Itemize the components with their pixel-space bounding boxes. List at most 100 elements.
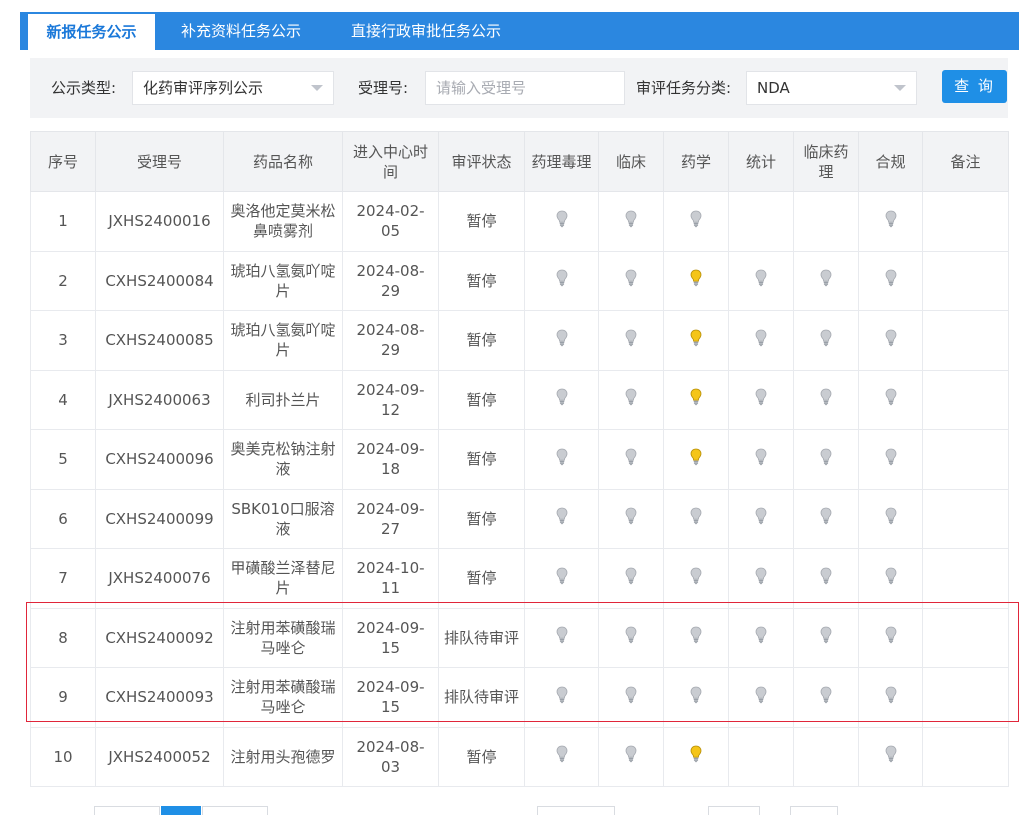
lightbulb-icon[interactable] xyxy=(755,329,767,347)
lightbulb-icon[interactable] xyxy=(885,567,897,585)
lightbulb-icon[interactable] xyxy=(556,388,568,406)
lightbulb-icon[interactable] xyxy=(556,626,568,644)
lightbulb-icon[interactable] xyxy=(755,269,767,287)
lightbulb-icon[interactable] xyxy=(690,329,702,347)
pagination-page[interactable] xyxy=(202,806,268,815)
row-remarks xyxy=(922,310,1009,371)
lightbulb-icon[interactable] xyxy=(690,567,702,585)
lightbulb-icon[interactable] xyxy=(820,329,832,347)
lightbulb-icon[interactable] xyxy=(556,567,568,585)
lightbulb-icon[interactable] xyxy=(556,507,568,525)
header-no: 序号 xyxy=(30,131,96,192)
light-clinical xyxy=(598,726,664,787)
lightbulb-icon[interactable] xyxy=(625,567,637,585)
lightbulb-icon[interactable] xyxy=(820,686,832,704)
lightbulb-icon[interactable] xyxy=(885,448,897,466)
pagination-next[interactable] xyxy=(537,806,615,815)
light-pharmacy xyxy=(663,667,729,728)
row-remarks xyxy=(922,369,1009,430)
lightbulb-icon[interactable] xyxy=(625,626,637,644)
tab-supplement-tasks[interactable]: 补充资料任务公示 xyxy=(165,12,317,50)
lightbulb-icon[interactable] xyxy=(755,448,767,466)
light-pharmacy xyxy=(663,369,729,430)
lightbulb-icon[interactable] xyxy=(625,210,637,228)
table-row: 2 CXHS2400084 琥珀八氢氨吖啶片 2024-08-29 暂停 xyxy=(30,250,1009,311)
lightbulb-icon[interactable] xyxy=(885,329,897,347)
light-compliance xyxy=(858,667,923,728)
lightbulb-icon[interactable] xyxy=(690,388,702,406)
row-review-status: 暂停 xyxy=(438,310,525,371)
lightbulb-icon[interactable] xyxy=(885,210,897,228)
lightbulb-icon[interactable] xyxy=(556,745,568,763)
lightbulb-icon[interactable] xyxy=(556,269,568,287)
lightbulb-icon[interactable] xyxy=(625,448,637,466)
pagination-size[interactable] xyxy=(708,806,760,815)
lightbulb-icon[interactable] xyxy=(690,210,702,228)
row-accept-number: CXHS2400085 xyxy=(95,310,224,371)
lightbulb-icon[interactable] xyxy=(755,686,767,704)
light-compliance xyxy=(858,488,923,549)
row-remarks xyxy=(922,607,1009,668)
row-remarks xyxy=(922,548,1009,609)
lightbulb-icon[interactable] xyxy=(885,388,897,406)
lightbulb-icon[interactable] xyxy=(625,388,637,406)
lightbulb-icon[interactable] xyxy=(755,567,767,585)
lightbulb-icon[interactable] xyxy=(625,686,637,704)
publication-type-select[interactable]: 化药审评序列公示 xyxy=(132,71,334,105)
light-pharmacy xyxy=(663,607,729,668)
lightbulb-icon[interactable] xyxy=(755,626,767,644)
table-row: 9 CXHS2400093 注射用苯磺酸瑞马唑仑 2024-09-15 排队待审评 xyxy=(30,667,1009,728)
chevron-down-icon xyxy=(894,85,906,91)
lightbulb-icon[interactable] xyxy=(556,448,568,466)
row-review-status: 暂停 xyxy=(438,250,525,311)
pagination-jump[interactable] xyxy=(790,806,838,815)
lightbulb-icon[interactable] xyxy=(820,626,832,644)
lightbulb-icon[interactable] xyxy=(690,507,702,525)
lightbulb-icon[interactable] xyxy=(556,210,568,228)
lightbulb-icon[interactable] xyxy=(885,745,897,763)
review-category-select[interactable]: NDA xyxy=(746,71,917,105)
lightbulb-icon[interactable] xyxy=(690,686,702,704)
lightbulb-icon[interactable] xyxy=(820,269,832,287)
lightbulb-icon[interactable] xyxy=(820,388,832,406)
lightbulb-icon[interactable] xyxy=(885,269,897,287)
row-drug-name: 注射用苯磺酸瑞马唑仑 xyxy=(223,607,343,668)
lightbulb-icon[interactable] xyxy=(690,448,702,466)
lightbulb-icon[interactable] xyxy=(820,567,832,585)
lightbulb-icon[interactable] xyxy=(755,507,767,525)
lightbulb-icon[interactable] xyxy=(690,269,702,287)
lightbulb-icon[interactable] xyxy=(625,507,637,525)
lightbulb-icon[interactable] xyxy=(690,626,702,644)
lightbulb-icon[interactable] xyxy=(820,507,832,525)
lightbulb-icon[interactable] xyxy=(625,329,637,347)
pagination-page-current[interactable] xyxy=(161,806,201,815)
row-accept-number: JXHS2400076 xyxy=(95,548,224,609)
lightbulb-icon[interactable] xyxy=(820,448,832,466)
row-review-status: 排队待审评 xyxy=(438,607,525,668)
lightbulb-icon[interactable] xyxy=(885,507,897,525)
pagination-prev[interactable] xyxy=(94,806,160,815)
row-drug-name: 注射用苯磺酸瑞马唑仑 xyxy=(223,667,343,728)
search-button[interactable]: 查 询 xyxy=(942,70,1007,103)
lightbulb-icon[interactable] xyxy=(690,745,702,763)
light-compliance xyxy=(858,726,923,787)
tab-new-tasks[interactable]: 新报任务公示 xyxy=(28,12,155,50)
lightbulb-icon[interactable] xyxy=(556,686,568,704)
accept-number-input[interactable]: 请输入受理号 xyxy=(425,71,625,105)
row-remarks xyxy=(922,250,1009,311)
table-row: 1 JXHS2400016 奥洛他定莫米松鼻喷雾剂 2024-02-05 暂停 xyxy=(30,191,1009,252)
light-compliance xyxy=(858,429,923,490)
lightbulb-icon[interactable] xyxy=(556,329,568,347)
light-statistics xyxy=(728,310,794,371)
row-entry-time: 2024-09-15 xyxy=(342,667,439,728)
chevron-down-icon xyxy=(311,85,323,91)
lightbulb-icon[interactable] xyxy=(885,626,897,644)
row-no: 4 xyxy=(30,369,96,430)
lightbulb-icon[interactable] xyxy=(755,388,767,406)
lightbulb-icon[interactable] xyxy=(625,269,637,287)
light-clinical xyxy=(598,488,664,549)
tab-direct-approval-tasks[interactable]: 直接行政审批任务公示 xyxy=(336,12,516,50)
header-clinical: 临床 xyxy=(598,131,664,192)
lightbulb-icon[interactable] xyxy=(885,686,897,704)
lightbulb-icon[interactable] xyxy=(625,745,637,763)
